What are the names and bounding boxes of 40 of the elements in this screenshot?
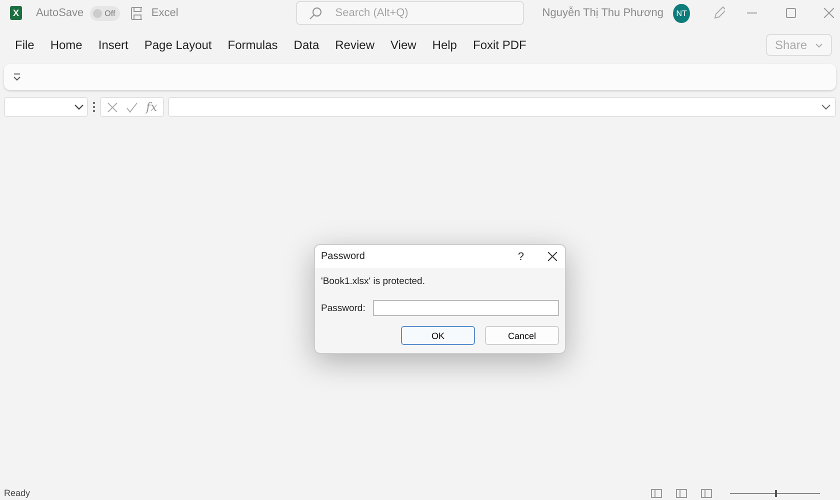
menu-tab[interactable]: Formulas [220,38,286,52]
app-name: Excel [151,7,178,19]
pen-icon[interactable] [712,5,726,21]
autosave-label: AutoSave [36,7,84,19]
more-icon[interactable] [92,101,96,113]
dialog-button[interactable]: OK [401,326,475,345]
menu-tab[interactable]: Data [286,38,328,52]
autosave-toggle[interactable]: Off [90,6,120,20]
chevron-down-icon[interactable] [821,103,831,111]
menu-tab[interactable]: Foxit PDF [464,38,534,52]
chevron-down-icon [74,103,84,111]
dialog-message: 'Book1.xlsx' is protected. [320,275,426,287]
menu-tab[interactable]: View [382,38,424,52]
search-field[interactable]: Search (Alt+Q) [296,1,524,25]
dialog-button[interactable]: Cancel [485,326,559,345]
status-text: Ready [4,488,30,498]
caret-icon [815,42,823,48]
field-label: Password: [321,302,366,314]
check-icon[interactable] [126,102,138,112]
normal-view-icon[interactable] [651,488,662,498]
menu-tab[interactable]: Page Layout [136,38,220,52]
menu-tab[interactable]: Review [327,38,382,52]
formula-field[interactable] [168,97,836,117]
help-button[interactable]: ? [518,250,524,262]
menu-tab[interactable]: File [7,38,42,52]
expand-ribbon-icon[interactable] [13,73,21,81]
user-avatar[interactable]: NT [673,4,690,22]
menu-tab[interactable]: Insert [90,38,136,52]
page-layout-icon[interactable] [676,488,687,498]
password-field[interactable] [373,300,559,316]
dialog-title: Password [321,251,366,262]
save-icon[interactable] [130,6,142,20]
maximize-icon[interactable] [786,8,796,18]
close-icon[interactable] [548,252,557,261]
cancel-icon[interactable] [107,102,118,112]
menu-tab[interactable]: Home [42,38,90,52]
excel-logo: X [10,6,22,20]
menu-tab[interactable]: Help [424,38,465,52]
page-break-icon[interactable] [701,488,712,498]
user-name: Nguyễn Thị Thu Phương [542,7,664,19]
